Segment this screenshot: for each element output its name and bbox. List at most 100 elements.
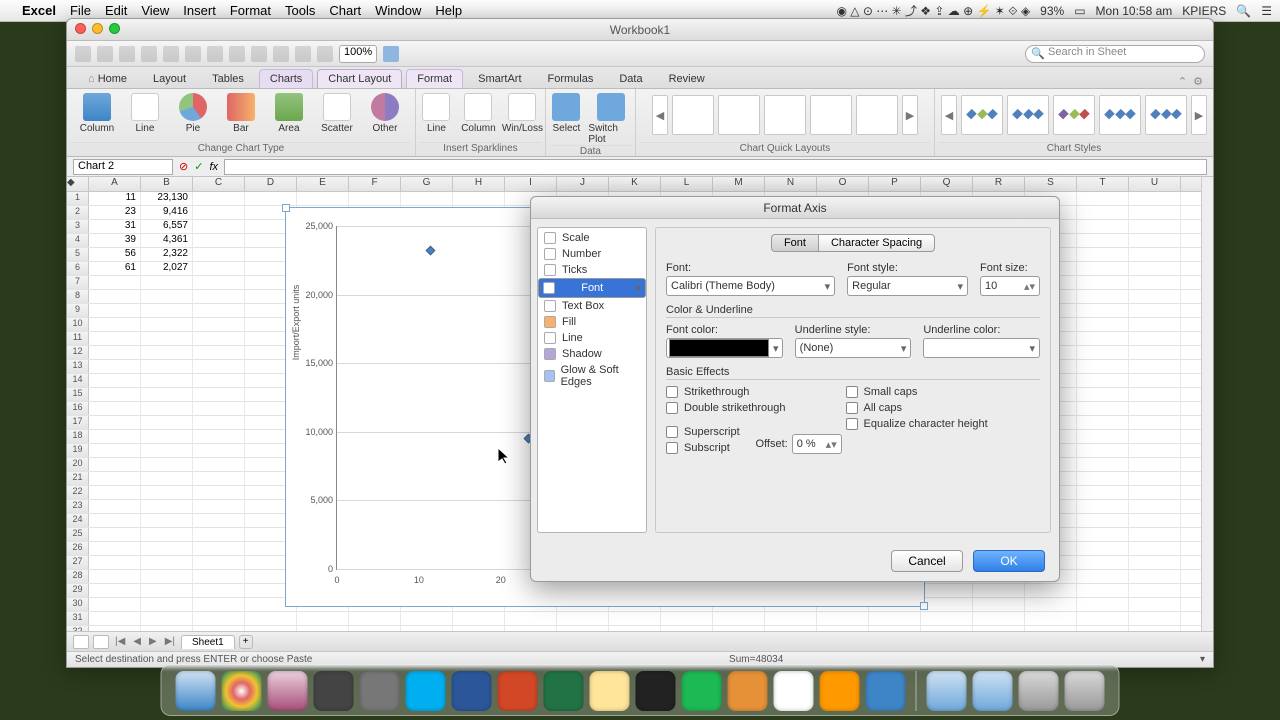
cell[interactable] [1129,220,1181,233]
row-header[interactable]: 7 [67,276,89,289]
tab-format[interactable]: Format [406,69,463,88]
cell[interactable] [1077,598,1129,611]
cancel-button[interactable]: Cancel [891,550,963,572]
cell[interactable] [1129,290,1181,303]
cell[interactable] [1129,542,1181,555]
font-select[interactable]: Calibri (Theme Body) [666,276,835,296]
help-icon[interactable] [383,46,399,62]
cell[interactable] [141,514,193,527]
font-color-select[interactable] [666,338,783,358]
add-sheet-button[interactable]: + [239,635,253,649]
cell[interactable] [453,192,505,205]
clock[interactable]: Mon 10:58 am [1096,4,1173,18]
dock-finder[interactable] [176,671,216,711]
cell[interactable] [89,402,141,415]
filter-icon[interactable] [295,46,311,62]
offset-input[interactable]: 0 %▴▾ [792,434,842,454]
underline-style-select[interactable]: (None) [795,338,912,358]
dock-spotify[interactable] [682,671,722,711]
cell[interactable] [141,402,193,415]
menu-format[interactable]: Format [230,3,271,18]
row-header[interactable]: 18 [67,430,89,443]
row-header[interactable]: 24 [67,514,89,527]
column-header[interactable]: M [713,177,765,191]
cell[interactable] [141,360,193,373]
cell[interactable] [1129,584,1181,597]
cat-number[interactable]: Number [538,246,646,262]
username[interactable]: KPIERS [1182,4,1226,18]
cell[interactable] [1077,374,1129,387]
cell[interactable] [89,598,141,611]
font-style-select[interactable]: Regular [847,276,968,296]
column-header[interactable]: F [349,177,401,191]
vertical-scrollbar[interactable] [1201,177,1213,631]
row-header[interactable]: 11 [67,332,89,345]
cell[interactable] [1129,430,1181,443]
dock-app2[interactable] [636,671,676,711]
cell[interactable] [141,332,193,345]
cell[interactable] [453,612,505,625]
menu-file[interactable]: File [70,3,91,18]
cell[interactable] [193,346,245,359]
column-header[interactable]: D [245,177,297,191]
cell[interactable] [89,458,141,471]
cell[interactable] [505,612,557,625]
cell[interactable] [1077,458,1129,471]
cell[interactable] [89,486,141,499]
cell[interactable] [89,444,141,457]
cell[interactable] [193,402,245,415]
cat-scale[interactable]: Scale [538,230,646,246]
dock-app5[interactable] [820,671,860,711]
cell[interactable] [713,612,765,625]
cell[interactable]: 31 [89,220,141,233]
cell[interactable] [1129,416,1181,429]
tab-chart-layout[interactable]: Chart Layout [317,69,402,88]
row-header[interactable]: 8 [67,290,89,303]
cell[interactable] [1077,262,1129,275]
status-dropdown-icon[interactable]: ▾ [1200,654,1205,665]
cell[interactable] [89,612,141,625]
name-box[interactable]: Chart 2 [73,159,173,175]
cell[interactable] [713,626,765,631]
cell[interactable] [141,500,193,513]
cell[interactable] [193,262,245,275]
cell[interactable] [1129,500,1181,513]
cell[interactable] [193,570,245,583]
row-header[interactable]: 5 [67,248,89,261]
dock-folder[interactable] [927,671,967,711]
cell[interactable] [89,542,141,555]
cell[interactable] [1129,318,1181,331]
cell[interactable] [609,626,661,631]
cell[interactable] [557,626,609,631]
cell[interactable] [89,276,141,289]
dock-itunes[interactable] [268,671,308,711]
tab-data[interactable]: Data [608,69,653,88]
chart-style-item[interactable] [1099,95,1141,135]
cell[interactable] [661,626,713,631]
cell[interactable] [349,612,401,625]
subtab-charspacing[interactable]: Character Spacing [818,234,935,252]
app-name[interactable]: Excel [22,3,56,18]
chk-equalize[interactable]: Equalize character height [846,418,988,430]
cell[interactable] [1077,584,1129,597]
cell[interactable] [1077,542,1129,555]
row-header[interactable]: 16 [67,402,89,415]
data-point[interactable] [426,245,436,255]
cell[interactable] [973,612,1025,625]
chk-allcaps[interactable]: All caps [846,402,988,414]
font-size-input[interactable]: 10▴▾ [980,276,1040,296]
chart-type-other[interactable]: Other [362,91,408,134]
row-header[interactable]: 4 [67,234,89,247]
cell[interactable] [869,626,921,631]
cell[interactable] [193,430,245,443]
row-header[interactable]: 14 [67,374,89,387]
cell[interactable] [1129,598,1181,611]
cell[interactable]: 6,557 [141,220,193,233]
row-header[interactable]: 1 [67,192,89,205]
chart-type-scatter[interactable]: Scatter [314,91,360,134]
cell[interactable] [89,360,141,373]
dock-app3[interactable] [728,671,768,711]
cell[interactable] [193,332,245,345]
cat-textbox[interactable]: Text Box [538,298,646,314]
cell[interactable] [193,514,245,527]
